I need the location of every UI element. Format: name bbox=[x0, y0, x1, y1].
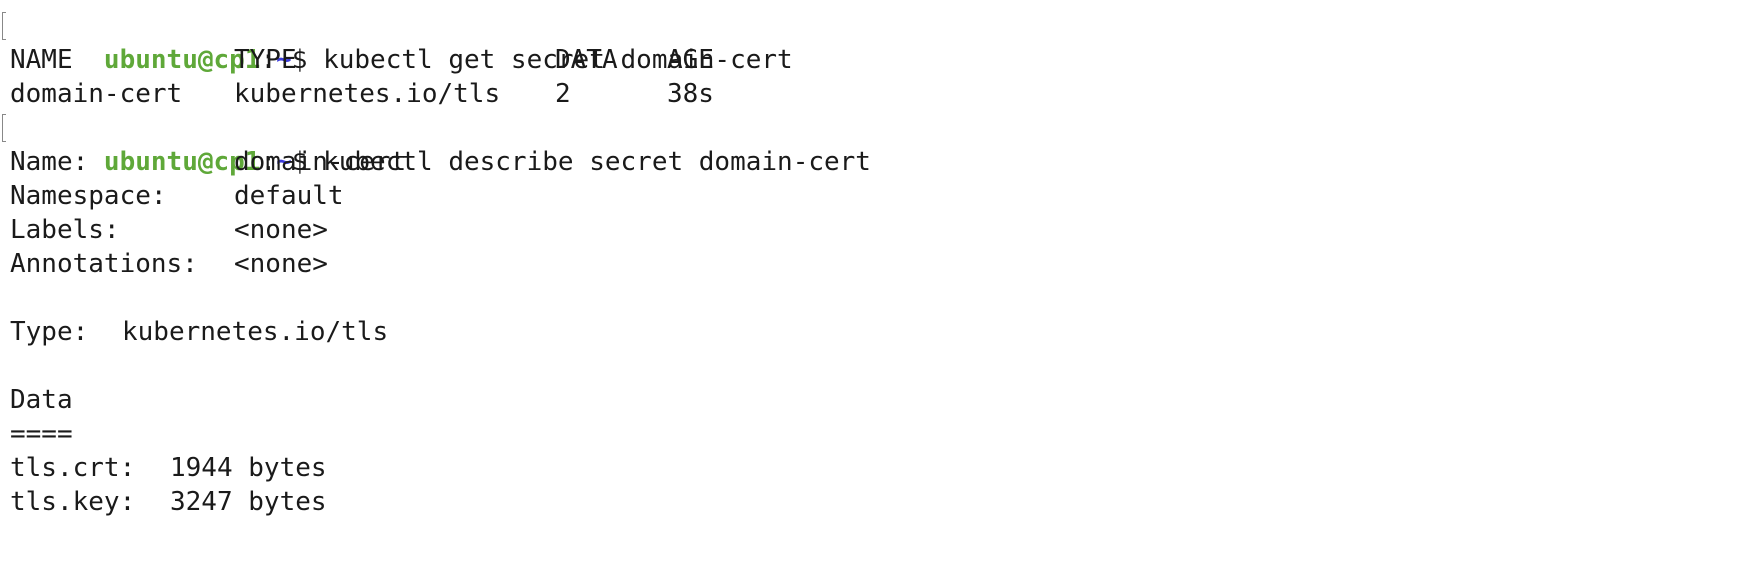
command-line: ubuntu@cp1:~$ kubectl get secret domain-… bbox=[2, 9, 1750, 75]
mark-bracket-icon bbox=[2, 12, 6, 40]
describe-field: Name: domain-cert bbox=[10, 145, 1750, 179]
describe-field: Namespace: default bbox=[10, 179, 1750, 213]
mark-bracket-icon bbox=[2, 114, 6, 142]
table-header-row: NAME TYPE DATA AGE bbox=[10, 43, 1750, 77]
describe-field: Labels: <none> bbox=[10, 213, 1750, 247]
header-name: NAME bbox=[10, 45, 73, 75]
data-rule: ==== bbox=[10, 419, 73, 449]
data-item: tls.key: 3247 bytes bbox=[10, 485, 1750, 519]
table-row: domain-cert kubernetes.io/tls 2 38s bbox=[10, 77, 1750, 111]
command-line: ubuntu@cp1:~$ kubectl describe secret do… bbox=[2, 111, 1750, 177]
type-value: kubernetes.io/tls bbox=[122, 317, 389, 347]
header-age: AGE bbox=[667, 45, 714, 75]
field-value: <none> bbox=[234, 249, 328, 279]
header-type: TYPE bbox=[234, 45, 297, 75]
field-value: default bbox=[234, 181, 344, 211]
field-key: Labels: bbox=[10, 215, 120, 245]
field-value: <none> bbox=[234, 215, 328, 245]
terminal-window[interactable]: ubuntu@cp1:~$ kubectl get secret domain-… bbox=[0, 0, 1758, 580]
data-value: 3247 bytes bbox=[170, 487, 327, 517]
data-value: 1944 bytes bbox=[170, 453, 327, 483]
describe-field: Annotations: <none> bbox=[10, 247, 1750, 281]
data-key: tls.key: bbox=[10, 487, 136, 517]
field-key: Name: bbox=[10, 147, 89, 177]
cell-age: 38s bbox=[667, 79, 714, 109]
terminal-output: ubuntu@cp1:~$ kubectl get secret domain-… bbox=[2, 9, 1750, 519]
field-value: domain-cert bbox=[234, 147, 407, 177]
data-item: tls.crt: 1944 bytes bbox=[10, 451, 1750, 485]
cell-name: domain-cert bbox=[10, 79, 183, 109]
data-key: tls.crt: bbox=[10, 453, 136, 483]
cell-data: 2 bbox=[555, 79, 571, 109]
field-key: Annotations: bbox=[10, 249, 198, 279]
describe-type: Type: kubernetes.io/tls bbox=[10, 315, 1750, 349]
cell-type: kubernetes.io/tls bbox=[234, 79, 501, 109]
field-key: Namespace: bbox=[10, 181, 167, 211]
header-data: DATA bbox=[555, 45, 618, 75]
type-key: Type: bbox=[10, 317, 89, 347]
data-heading: Data bbox=[10, 385, 73, 415]
